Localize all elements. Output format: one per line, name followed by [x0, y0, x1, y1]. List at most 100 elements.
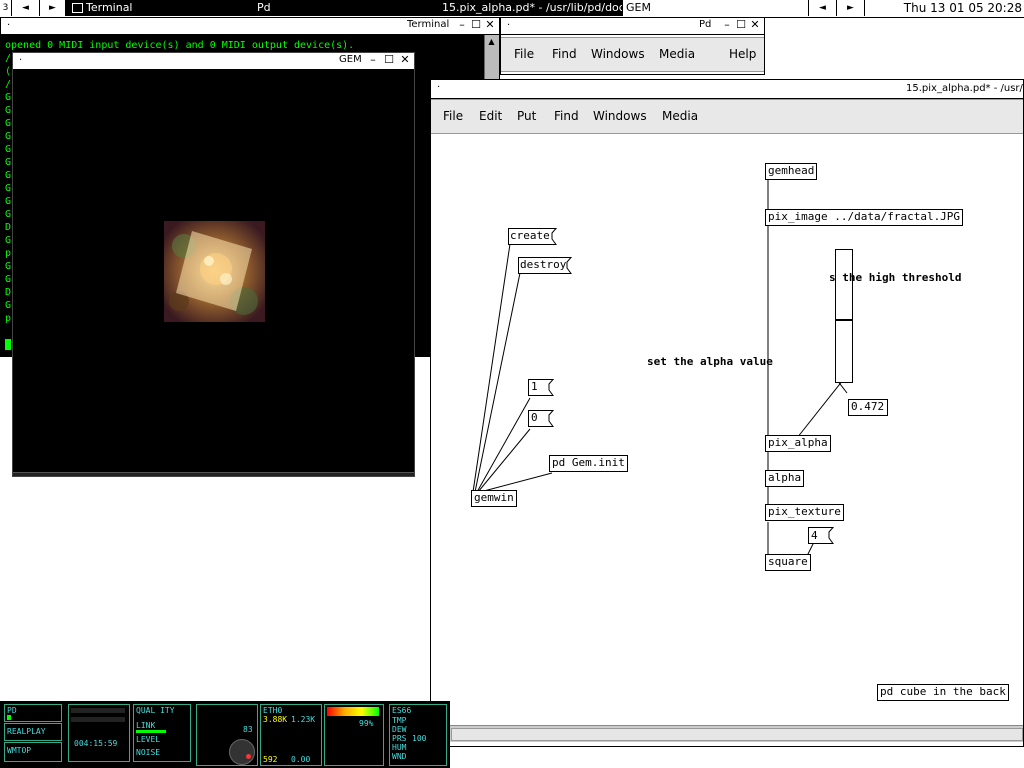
threshold-slider[interactable]: [835, 249, 853, 383]
minimize-icon[interactable]: –: [456, 19, 468, 31]
object-gemwin[interactable]: gemwin: [471, 490, 517, 507]
eth-in-rate: 3.88K: [263, 715, 288, 724]
close-icon[interactable]: ✕: [749, 19, 761, 31]
pd-main-window: · Pd – ☐ ✕ File Find Windows Media Help: [500, 17, 765, 75]
weather-wnd: WND: [392, 752, 407, 761]
next-workspace-button[interactable]: ►: [40, 0, 66, 16]
dockapp-weather[interactable]: ES66 TMP DEW PRS 100 HUM WND: [389, 704, 447, 766]
patch-window: · 15.pix_alpha.pd* - /usr/lib File Edit …: [430, 79, 1024, 747]
weather-hum: HUM: [392, 743, 407, 752]
window-title: Pd: [699, 19, 712, 30]
task-terminal[interactable]: Terminal: [66, 0, 254, 16]
gem-bottom-edge: [13, 472, 414, 476]
menu-windows[interactable]: Windows: [593, 109, 647, 123]
message-zero[interactable]: 0: [531, 411, 538, 425]
prev-task-button[interactable]: ◄: [809, 0, 837, 16]
message-destroy[interactable]: destroy: [520, 258, 566, 272]
dockapp-pd[interactable]: PD: [4, 704, 62, 722]
dockapp-mixer[interactable]: 83: [196, 704, 258, 766]
level-label: LEVEL: [136, 735, 161, 744]
clock: Thu 13 01 05 20:28: [903, 1, 1022, 15]
eth-low-rate: 592: [263, 755, 278, 764]
prev-workspace-button[interactable]: ◄: [12, 0, 40, 16]
link-meter-fill: [136, 730, 166, 733]
horizontal-scrollbar[interactable]: ◄: [433, 725, 1023, 742]
minimize-icon[interactable]: –: [367, 54, 379, 66]
dockapp-cpu[interactable]: 99%: [324, 704, 384, 766]
menu-file[interactable]: File: [443, 109, 463, 123]
quality-label: QUAL ITY: [136, 706, 175, 715]
dockapp-realplay[interactable]: REALPLAY: [4, 723, 62, 741]
eth-label: ETH0: [263, 706, 283, 715]
menu-media[interactable]: Media: [659, 47, 695, 61]
maximize-icon[interactable]: ☐: [470, 19, 482, 31]
menu-edit[interactable]: Edit: [479, 109, 502, 123]
weather-station: ES66: [392, 706, 412, 715]
menu-windows[interactable]: Windows: [591, 47, 645, 61]
object-pix-texture[interactable]: pix_texture: [765, 504, 844, 521]
noise-label: NOISE: [136, 748, 161, 757]
terminal-titlebar[interactable]: · Terminal – ☐ ✕: [1, 18, 499, 35]
window-menu-icon[interactable]: ·: [507, 20, 510, 31]
dockapp-wmtop[interactable]: WMTOP: [4, 742, 62, 762]
object-pd-gem-init[interactable]: pd Gem.init: [549, 455, 628, 472]
menu-help[interactable]: Help: [729, 47, 756, 61]
workspace-indicator[interactable]: 3: [0, 0, 12, 16]
scroll-up-icon[interactable]: ▲: [486, 37, 497, 48]
weather-dew: DEW: [392, 725, 407, 734]
comment-high-threshold: s the high threshold: [829, 271, 962, 284]
next-task-button[interactable]: ►: [837, 0, 865, 16]
maximize-icon[interactable]: ☐: [383, 54, 395, 66]
window-title: GEM: [339, 54, 362, 65]
object-pd-cube[interactable]: pd cube in the back: [877, 684, 1009, 701]
menu-file[interactable]: File: [514, 47, 534, 61]
window-menu-icon[interactable]: ·: [437, 82, 440, 93]
message-create[interactable]: create: [510, 229, 550, 243]
object-alpha[interactable]: alpha: [765, 470, 805, 487]
taskbar: 3 ◄ ► Terminal Pd 15.pix_alpha.pd* - /us…: [0, 0, 1024, 18]
menu-put[interactable]: Put: [517, 109, 536, 123]
window-title: 15.pix_alpha.pd* - /usr/lib: [906, 83, 1024, 94]
dockapp-wireless[interactable]: QUAL ITY LINK LEVEL NOISE: [133, 704, 191, 762]
maximize-icon[interactable]: ☐: [735, 19, 747, 31]
object-pix-image[interactable]: pix_image ../data/fractal.JPG: [765, 209, 964, 226]
scroll-thumb[interactable]: [451, 728, 1023, 741]
dockapp-net[interactable]: ETH0 3.88K 1.23K 592 0.00: [260, 704, 322, 766]
clock-bar: [71, 708, 125, 713]
minimize-icon[interactable]: –: [721, 19, 733, 31]
weather-prs: PRS: [392, 734, 407, 743]
window-menu-icon[interactable]: ·: [19, 55, 22, 66]
menu-find[interactable]: Find: [554, 109, 579, 123]
window-menu-icon[interactable]: ·: [7, 20, 10, 31]
volume-readout: 83: [243, 725, 253, 734]
number-threshold[interactable]: 0.472: [848, 399, 888, 416]
message-one[interactable]: 1: [531, 380, 538, 394]
task-gem[interactable]: GEM: [623, 0, 809, 16]
dockapp-wmtop-label: WMTOP: [7, 746, 32, 755]
patch-titlebar[interactable]: · 15.pix_alpha.pd* - /usr/lib: [431, 80, 1024, 99]
gem-titlebar[interactable]: · GEM – ☐ ✕: [13, 53, 414, 70]
patch-canvas[interactable]: gemhead pix_image ../data/fractal.JPG s …: [432, 128, 1024, 720]
eth-out-rate: 1.23K: [291, 715, 316, 724]
dockapp-bar: PD REALPLAY WMTOP 004:15:59 QUAL ITY LIN…: [0, 701, 450, 768]
task-pd[interactable]: Pd: [254, 0, 440, 16]
message-square-size-label[interactable]: 4: [811, 529, 818, 543]
gem-window: · GEM – ☐ ✕: [12, 52, 415, 477]
pd-main-titlebar[interactable]: · Pd – ☐ ✕: [501, 18, 764, 35]
close-icon[interactable]: ✕: [484, 19, 496, 31]
dockapp-clock[interactable]: 004:15:59: [68, 704, 130, 762]
dockapp-realplay-label: REALPLAY: [7, 727, 46, 736]
menu-find[interactable]: Find: [552, 47, 577, 61]
volume-knob[interactable]: [229, 739, 255, 765]
weather-tmp: TMP: [392, 716, 407, 725]
pd-meter-fill: [7, 715, 11, 720]
object-square[interactable]: square: [765, 554, 811, 571]
task-patch[interactable]: 15.pix_alpha.pd* - /usr/lib/pd/doc/Ge: [440, 0, 623, 16]
link-label: LINK: [136, 721, 156, 730]
object-gemhead[interactable]: gemhead: [765, 163, 818, 180]
menu-media[interactable]: Media: [662, 109, 698, 123]
object-pix-alpha[interactable]: pix_alpha: [765, 435, 831, 452]
close-icon[interactable]: ✕: [399, 54, 411, 66]
comment-alpha-value: set the alpha value: [647, 355, 773, 368]
slider-handle[interactable]: [836, 319, 852, 321]
